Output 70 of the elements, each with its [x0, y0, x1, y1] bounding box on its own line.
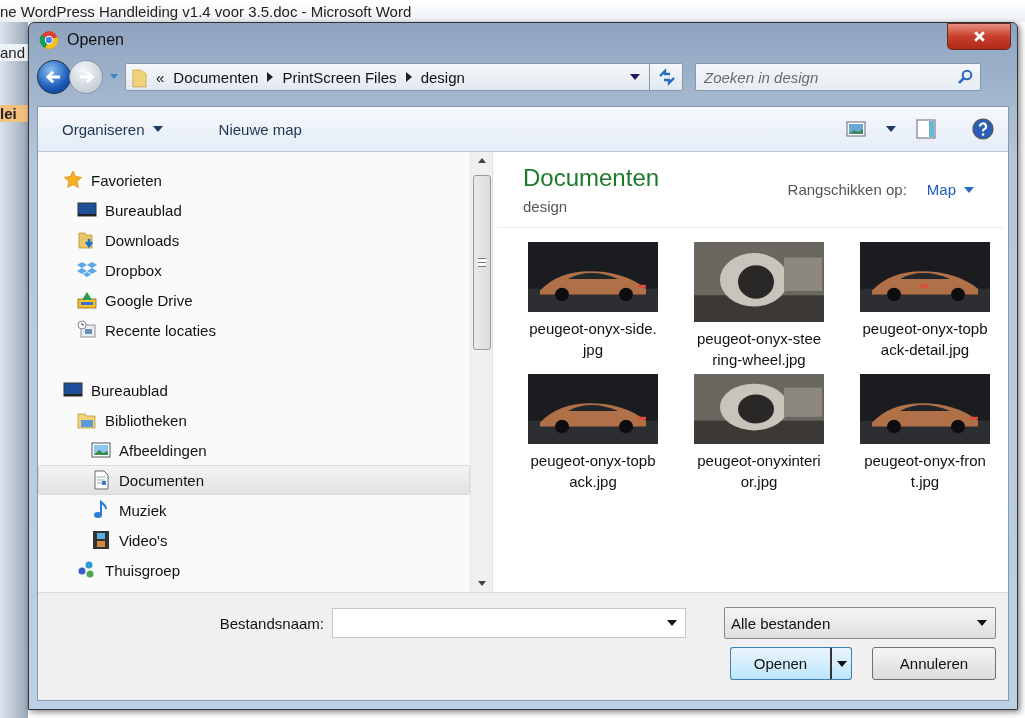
caret-icon [836, 660, 847, 667]
folder-subtitle: design [523, 198, 569, 215]
help-icon[interactable] [972, 118, 994, 140]
nav-item[interactable]: Documenten [38, 465, 470, 495]
dialog-title: Openen [67, 31, 124, 49]
caret-icon [977, 620, 987, 626]
desktop-icon [77, 200, 97, 220]
scrollbar[interactable] [470, 152, 492, 592]
text-fragment: lei [0, 105, 28, 122]
chevron-icon[interactable] [405, 72, 412, 82]
close-icon [972, 29, 986, 43]
breadcrumb-overflow[interactable]: « [156, 68, 165, 86]
desktop-icon [63, 380, 83, 400]
nav-item[interactable]: Bureaublad [38, 195, 470, 225]
file-name[interactable]: peugeot-onyx-front.jpg [861, 450, 989, 492]
folder-icon [132, 66, 147, 88]
document-icon [91, 470, 111, 490]
open-button[interactable]: Openen [730, 647, 830, 680]
breadcrumb[interactable]: design [420, 68, 465, 86]
library-title: Documenten [523, 164, 660, 192]
star-icon [63, 170, 83, 190]
back-button[interactable] [37, 60, 71, 94]
close-button[interactable] [947, 22, 1011, 50]
file-name-label: Bestandsnaam: [219, 614, 324, 632]
grip-icon [477, 258, 486, 267]
cancel-button[interactable]: Annuleren [872, 647, 996, 680]
browser-logo-icon [39, 30, 59, 50]
file-name[interactable]: peugeot-onyx-side.jpg [529, 318, 657, 360]
caret-icon[interactable] [886, 126, 896, 132]
scroll-down-icon[interactable] [477, 581, 486, 586]
nav-item[interactable]: Dropbox [38, 255, 470, 285]
nav-item[interactable]: Favorieten [38, 165, 470, 195]
nav-item[interactable]: Recente locaties [38, 315, 470, 345]
nav-item[interactable]: Afbeeldingen [38, 435, 470, 465]
nav-item[interactable]: Bureaublad [38, 375, 470, 405]
library-folder-icon [77, 410, 97, 430]
drive-icon [77, 290, 97, 310]
dropbox-icon [77, 260, 97, 280]
address-bar[interactable]: « Documenten PrintScreen Files design [125, 63, 683, 91]
new-folder-button[interactable]: Nieuwe map [218, 120, 302, 138]
arrange-dropdown[interactable]: Map [926, 181, 956, 198]
file-type-dropdown[interactable]: Alle bestanden [724, 607, 996, 639]
file-name[interactable]: peugeot-onyxinterior.jpg [695, 450, 823, 492]
chevron-icon[interactable] [267, 72, 274, 82]
open-options-button[interactable] [830, 647, 852, 680]
organize-menu[interactable]: Organiseren [62, 120, 145, 138]
scroll-up-icon[interactable] [477, 158, 486, 163]
search-field[interactable]: Zoeken in design [695, 63, 981, 91]
file-name-field[interactable] [332, 608, 686, 638]
nav-item[interactable]: Video's [38, 525, 470, 555]
file-name[interactable]: peugeot-onyx-topback-detail.jpg [861, 318, 989, 360]
nav-item[interactable]: Google Drive [38, 285, 470, 315]
breadcrumb[interactable]: Documenten [173, 68, 259, 86]
caret-icon[interactable] [667, 620, 677, 626]
file-name[interactable]: peugeot-onyx-topback.jpg [529, 450, 657, 492]
arrange-label: Rangschikken op: [787, 181, 907, 198]
pictures-icon [91, 440, 111, 460]
caret-icon[interactable] [152, 126, 163, 132]
breadcrumb[interactable]: PrintScreen Files [282, 68, 397, 86]
nav-item[interactable]: Thuisgroep [38, 555, 470, 585]
recent-places-icon [77, 320, 97, 340]
dropdown-icon[interactable] [630, 74, 640, 80]
file-name[interactable]: peugeot-onyx-steering-wheel.jpg [695, 328, 823, 370]
nav-item[interactable]: Downloads [38, 225, 470, 255]
nav-item[interactable]: Bibliotheken [38, 405, 470, 435]
view-picture-icon[interactable] [846, 121, 866, 137]
film-icon [91, 530, 111, 550]
nav-item[interactable]: Muziek [38, 495, 470, 525]
text-fragment: and [0, 44, 28, 61]
search-icon [957, 69, 973, 85]
